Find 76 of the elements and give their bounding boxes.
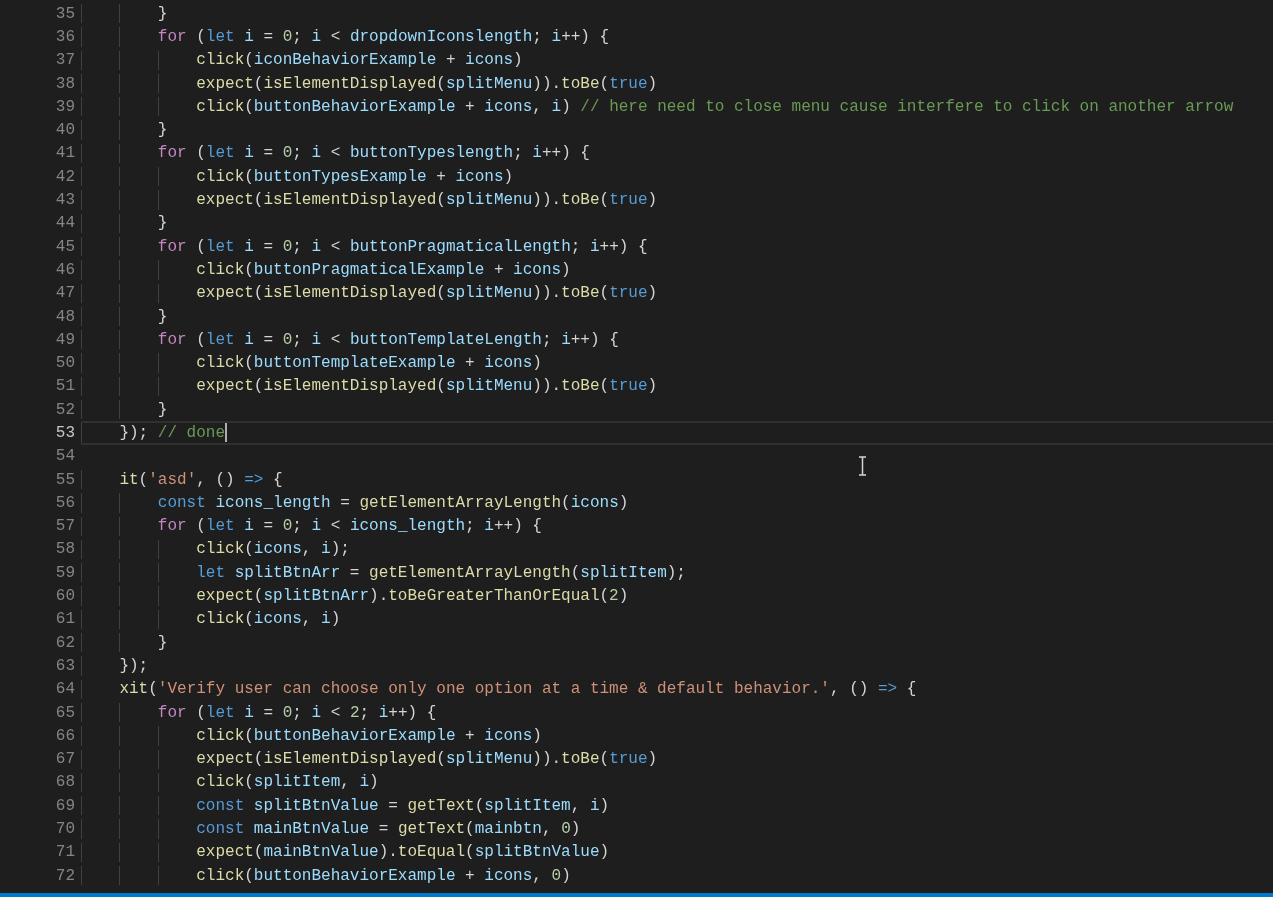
code-line: it('asd', () => { bbox=[119, 469, 283, 491]
code-line: for (let i = 0; i < buttonPragmaticalLength; i++) { bbox=[157, 236, 648, 258]
text-cursor-icon bbox=[858, 456, 867, 476]
line-number: 50 bbox=[54, 353, 75, 375]
code-line: click(buttonBehaviorExample + icons, 0) bbox=[196, 865, 571, 887]
line-number: 37 bbox=[54, 50, 75, 72]
line-number: 63 bbox=[54, 655, 75, 677]
code-line: expect(isElementDisplayed(splitMenu)).toBe(true) bbox=[196, 283, 658, 305]
code-line: click(splitItem, i) bbox=[196, 772, 379, 794]
line-number: 59 bbox=[54, 562, 75, 584]
line-number: 49 bbox=[54, 329, 75, 351]
line-number: 53 bbox=[54, 423, 75, 444]
code-line: } bbox=[157, 306, 168, 328]
code-line: expect(isElementDisplayed(splitMenu)).toBe(true) bbox=[196, 376, 658, 398]
code-line: } bbox=[157, 213, 168, 235]
line-number: 41 bbox=[54, 143, 75, 165]
code-line: click(buttonTemplateExample + icons) bbox=[196, 353, 542, 375]
code-line: click(buttonPragmaticalExample + icons) bbox=[196, 259, 571, 281]
line-number: 62 bbox=[54, 632, 75, 654]
line-number: 42 bbox=[54, 166, 75, 188]
code-line: let splitBtnArr = getElementArrayLength(splitItem); bbox=[196, 562, 686, 584]
line-number: 52 bbox=[54, 399, 75, 421]
line-number: 69 bbox=[54, 795, 75, 817]
line-number: 60 bbox=[54, 586, 75, 608]
code-line: } bbox=[157, 399, 168, 421]
line-number: 46 bbox=[54, 259, 75, 281]
code-line: expect(isElementDisplayed(splitMenu)).toBe(true) bbox=[196, 749, 658, 771]
code-line: for (let i = 0; i < 2; i++) { bbox=[157, 702, 437, 724]
line-number: 35 bbox=[54, 3, 75, 25]
line-number: 43 bbox=[54, 190, 75, 212]
line-number: 70 bbox=[54, 819, 75, 841]
code-line: } bbox=[157, 3, 168, 25]
line-number: 65 bbox=[54, 702, 75, 724]
code-line: const icons_length = getElementArrayLength(icons) bbox=[157, 492, 629, 514]
code-line: click(icons, i); bbox=[196, 539, 350, 561]
code-line: for (let i = 0; i < dropdownIconslength; i++) { bbox=[157, 26, 610, 48]
code-line: } bbox=[157, 632, 168, 654]
line-number: 72 bbox=[54, 865, 75, 887]
code-line: expect(isElementDisplayed(splitMenu)).toBe(true) bbox=[196, 190, 658, 212]
code-line: }); // done bbox=[119, 423, 226, 444]
line-number: 61 bbox=[54, 609, 75, 631]
line-number: 39 bbox=[54, 96, 75, 118]
line-number: 64 bbox=[54, 679, 75, 701]
code-line: const mainBtnValue = getText(mainbtn, 0) bbox=[196, 819, 581, 841]
code-line: const splitBtnValue = getText(splitItem, i) bbox=[196, 795, 610, 817]
line-number: 36 bbox=[54, 26, 75, 48]
code-line: for (let i = 0; i < icons_length; i++) { bbox=[157, 516, 542, 538]
line-number: 56 bbox=[54, 492, 75, 514]
code-line: click(buttonTypesExample + icons) bbox=[196, 166, 514, 188]
line-number: 44 bbox=[54, 213, 75, 235]
line-number: 48 bbox=[54, 306, 75, 328]
code-line: for (let i = 0; i < buttonTypeslength; i++) { bbox=[157, 143, 590, 165]
line-number: 45 bbox=[54, 236, 75, 258]
code-line: } bbox=[157, 120, 168, 142]
code-line: click(iconBehaviorExample + icons) bbox=[196, 50, 523, 72]
code-line: expect(isElementDisplayed(splitMenu)).toBe(true) bbox=[196, 73, 658, 95]
line-number: 71 bbox=[54, 842, 75, 864]
code-line: expect(splitBtnArr).toBeGreaterThanOrEqual(2) bbox=[196, 586, 629, 608]
line-number: 57 bbox=[54, 516, 75, 538]
line-number: 66 bbox=[54, 725, 75, 747]
line-number: 55 bbox=[54, 469, 75, 491]
code-line: click(buttonBehaviorExample + icons, i) // here need to close menu cause interfere to click on another arrow bbox=[196, 96, 1234, 118]
line-number: 38 bbox=[54, 73, 75, 95]
code-line: expect(mainBtnValue).toEqual(splitBtnValue) bbox=[196, 842, 610, 864]
line-number: 54 bbox=[54, 446, 75, 468]
code-line: xit('Verify user can choose only one option at a time & default behavior.', () => { bbox=[119, 679, 917, 701]
line-number: 67 bbox=[54, 749, 75, 771]
code-line: }); bbox=[119, 655, 149, 677]
line-number: 47 bbox=[54, 283, 75, 305]
line-number: 40 bbox=[54, 120, 75, 142]
code-line: click(buttonBehaviorExample + icons) bbox=[196, 725, 542, 747]
line-number: 58 bbox=[54, 539, 75, 561]
code-line: click(icons, i) bbox=[196, 609, 341, 631]
code-line: for (let i = 0; i < buttonTemplateLength; i++) { bbox=[157, 329, 619, 351]
line-number: 51 bbox=[54, 376, 75, 398]
line-number: 68 bbox=[54, 772, 75, 794]
